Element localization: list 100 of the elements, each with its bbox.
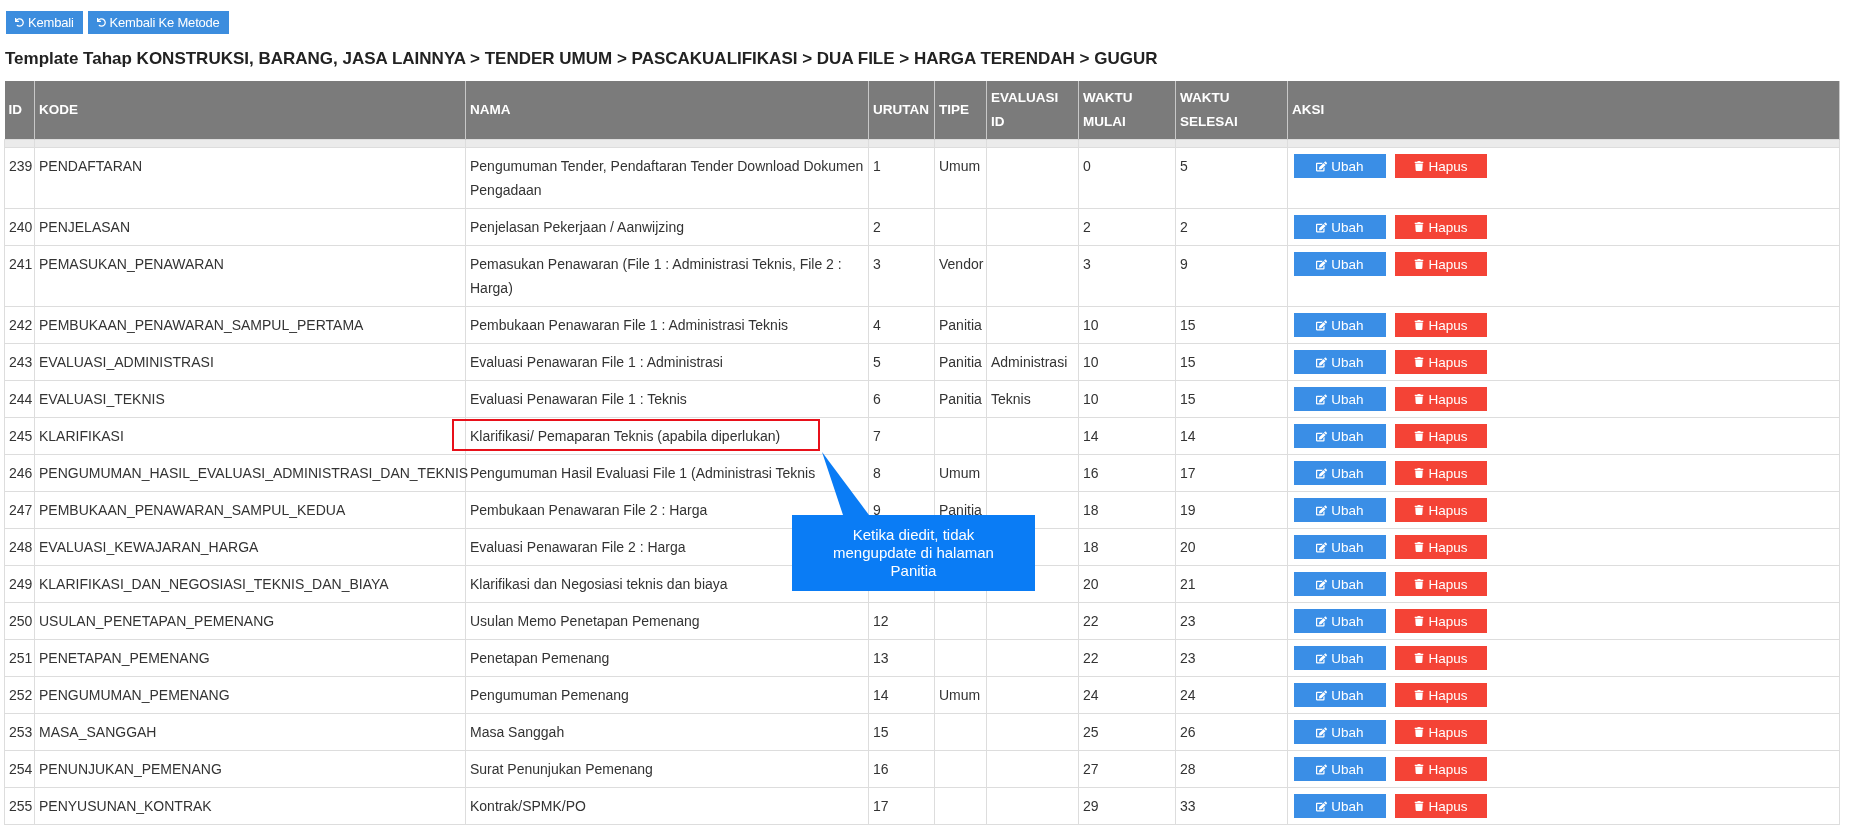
delete-button[interactable]: Hapus [1395,387,1487,411]
evaluation-cell: Teknis [986,380,1079,418]
name-cell: Pembukaan Penawaran File 1 : Administrasi Teknis [465,306,869,344]
column-header: KODE [34,81,466,140]
trash-icon [1414,394,1425,404]
end-cell: 21 [1175,565,1288,603]
order-cell: 8 [868,454,935,492]
trash-icon [1414,579,1425,589]
order-cell: 4 [868,306,935,344]
edit-button[interactable]: Ubah [1294,646,1386,670]
delete-button[interactable]: Hapus [1395,461,1487,485]
edit-button[interactable]: Ubah [1294,683,1386,707]
id-cell: 240 [4,208,35,246]
delete-button[interactable]: Hapus [1395,535,1487,559]
start-cell: 3 [1078,245,1176,307]
edit-button[interactable]: Ubah [1294,252,1386,276]
name-cell: Usulan Memo Penetapan Pemenang [465,602,869,640]
code-cell: PENGUMUMAN_HASIL_EVALUASI_ADMINISTRASI_DAN_TEKNIS [34,454,466,492]
column-header: ID [4,81,35,140]
edit-icon [1316,726,1328,738]
code-cell: PENYUSUNAN_KONTRAK [34,787,466,825]
delete-button[interactable]: Hapus [1395,350,1487,374]
trash-icon [1414,468,1425,478]
start-cell: 20 [1078,565,1176,603]
type-cell: Panitia [934,306,987,344]
edit-button[interactable]: Ubah [1294,498,1386,522]
trash-icon [1414,727,1425,737]
edit-button[interactable]: Ubah [1294,350,1386,374]
delete-button[interactable]: Hapus [1395,313,1487,337]
column-header: NAMA [465,81,869,140]
order-cell: 15 [868,713,935,751]
start-cell: 29 [1078,787,1176,825]
start-cell: 2 [1078,208,1176,246]
order-cell: 5 [868,343,935,381]
edit-button[interactable]: Ubah [1294,215,1386,239]
id-cell: 254 [4,750,35,788]
delete-button[interactable]: Hapus [1395,424,1487,448]
edit-button[interactable]: Ubah [1294,461,1386,485]
delete-button[interactable]: Hapus [1395,646,1487,670]
end-cell: 19 [1175,491,1288,529]
type-cell: Vendor [934,245,987,307]
delete-button[interactable]: Hapus [1395,154,1487,178]
end-cell: 5 [1175,147,1288,209]
name-cell: Pengumuman Pemenang [465,676,869,714]
edit-icon [1316,393,1328,405]
edit-button[interactable]: Ubah [1294,609,1386,633]
delete-button[interactable]: Hapus [1395,609,1487,633]
evaluation-cell: Administrasi [986,343,1079,381]
edit-button[interactable]: Ubah [1294,535,1386,559]
back-button[interactable]: Kembali Ke Metode [87,11,229,34]
back-button[interactable]: Kembali [6,11,83,34]
edit-button[interactable]: Ubah [1294,387,1386,411]
start-cell: 10 [1078,306,1176,344]
code-cell: MASA_SANGGAH [34,713,466,751]
name-cell: Surat Penunjukan Pemenang [465,750,869,788]
delete-button[interactable]: Hapus [1395,498,1487,522]
type-cell: Umum [934,676,987,714]
code-cell: PEMBUKAAN_PENAWARAN_SAMPUL_PERTAMA [34,306,466,344]
start-cell: 27 [1078,750,1176,788]
code-cell: PENETAPAN_PEMENANG [34,639,466,677]
name-cell: Masa Sanggah [465,713,869,751]
edit-button[interactable]: Ubah [1294,154,1386,178]
code-cell: PEMBUKAAN_PENAWARAN_SAMPUL_KEDUA [34,491,466,529]
delete-button[interactable]: Hapus [1395,720,1487,744]
start-cell: 10 [1078,343,1176,381]
edit-button[interactable]: Ubah [1294,572,1386,596]
delete-button[interactable]: Hapus [1395,794,1487,818]
column-header: URUTAN [868,81,935,140]
end-cell: 2 [1175,208,1288,246]
start-cell: 16 [1078,454,1176,492]
end-cell: 26 [1175,713,1288,751]
column-header: WAKTU SELESAI [1175,81,1288,140]
end-cell: 9 [1175,245,1288,307]
start-cell: 14 [1078,417,1176,455]
type-cell: Panitia [934,380,987,418]
edit-icon [1316,689,1328,701]
code-cell: PENGUMUMAN_PEMENANG [34,676,466,714]
name-cell: Penjelasan Pekerjaan / Aanwijzing [465,208,869,246]
edit-button[interactable]: Ubah [1294,313,1386,337]
delete-button[interactable]: Hapus [1395,572,1487,596]
undo-icon [96,18,106,27]
edit-button[interactable]: Ubah [1294,424,1386,448]
end-cell: 20 [1175,528,1288,566]
edit-button[interactable]: Ubah [1294,794,1386,818]
type-cell: Umum [934,147,987,209]
delete-button[interactable]: Hapus [1395,683,1487,707]
edit-icon [1316,800,1328,812]
order-cell: 12 [868,602,935,640]
code-cell: PENJELASAN [34,208,466,246]
name-cell: Penetapan Pemenang [465,639,869,677]
callout-pointer [822,452,870,515]
end-cell: 17 [1175,454,1288,492]
delete-button[interactable]: Hapus [1395,252,1487,276]
delete-button[interactable]: Hapus [1395,757,1487,781]
edit-button[interactable]: Ubah [1294,757,1386,781]
edit-button[interactable]: Ubah [1294,720,1386,744]
order-cell: 7 [868,417,935,455]
end-cell: 15 [1175,380,1288,418]
code-cell: PENUNJUKAN_PEMENANG [34,750,466,788]
delete-button[interactable]: Hapus [1395,215,1487,239]
